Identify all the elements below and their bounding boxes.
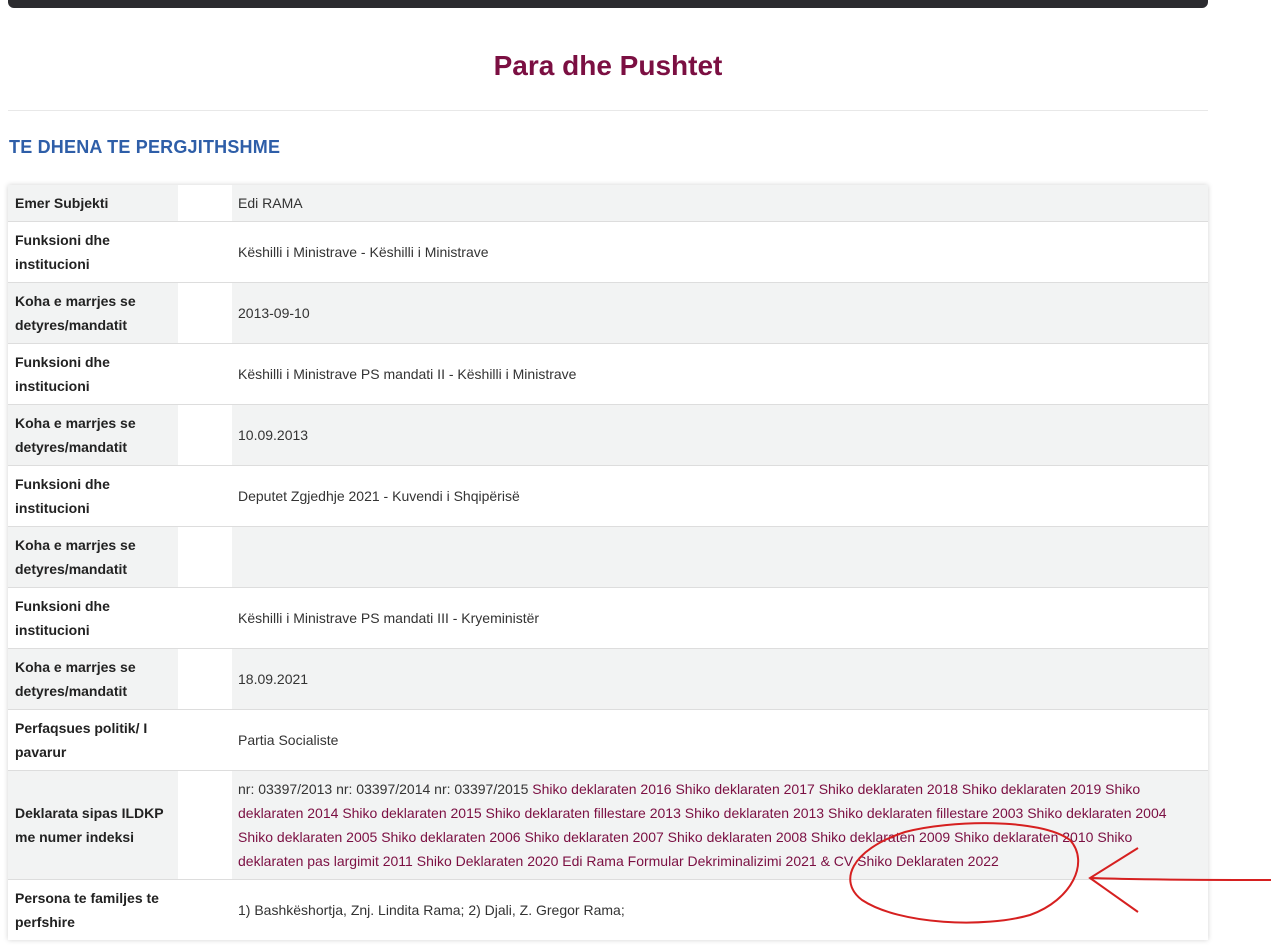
- declaration-link[interactable]: Shiko deklaraten 2013: [685, 805, 824, 821]
- declaration-link[interactable]: Shiko deklaraten 2009: [811, 829, 950, 845]
- table-row: Funksioni dhe institucioni Deputet Zgjed…: [8, 465, 1208, 527]
- declaration-link[interactable]: Shiko Deklaraten 2020: [417, 853, 559, 869]
- table-row: Koha e marrjes se detyres/mandatit: [8, 526, 1208, 588]
- row-label: Funksioni dhe institucioni: [15, 598, 110, 638]
- table-body: Emer Subjekti Edi RAMA Funksioni dhe ins…: [8, 185, 1208, 940]
- declaration-link[interactable]: Shiko deklaraten 2006: [381, 829, 520, 845]
- declaration-link[interactable]: Shiko deklaraten 2015: [342, 805, 481, 821]
- table-row: Koha e marrjes se detyres/mandatit 18.09…: [8, 648, 1208, 710]
- row-value: Këshilli i Ministrave - Këshilli i Minis…: [232, 221, 1208, 283]
- row-value: 18.09.2021: [232, 648, 1208, 710]
- declaration-link[interactable]: Shiko deklaraten 2018: [819, 781, 958, 797]
- title-divider: [8, 110, 1208, 111]
- general-data-table: Emer Subjekti Edi RAMA Funksioni dhe ins…: [8, 185, 1208, 940]
- table-row: Persona te familjes te perfshire 1) Bash…: [8, 879, 1208, 940]
- row-label: Koha e marrjes se detyres/mandatit: [15, 537, 136, 577]
- row-label: Deklarata sipas ILDKP me numer indeksi: [15, 805, 164, 845]
- declarations-cell: nr: 03397/2013 nr: 03397/2014 nr: 03397/…: [232, 770, 1208, 880]
- row-value: Këshilli i Ministrave PS mandati II - Kë…: [232, 343, 1208, 405]
- row-label: Emer Subjekti: [15, 195, 109, 211]
- declaration-link[interactable]: Shiko deklaraten 2004: [1027, 805, 1166, 821]
- row-value: [232, 526, 1208, 588]
- table-row: Perfaqsues politik/ I pavarur Partia Soc…: [8, 709, 1208, 771]
- row-value: Partia Socialiste: [232, 709, 1208, 771]
- row-label: Koha e marrjes se detyres/mandatit: [15, 293, 136, 333]
- declaration-link[interactable]: Edi Rama Formular Dekriminalizimi 2021 &…: [562, 853, 853, 869]
- declaration-link[interactable]: Shiko deklaraten fillestare 2003: [828, 805, 1023, 821]
- table-row: Funksioni dhe institucioni Këshilli i Mi…: [8, 587, 1208, 649]
- row-value: Këshilli i Ministrave PS mandati III - K…: [232, 587, 1208, 649]
- declaration-link[interactable]: Shiko Deklaraten 2022: [857, 853, 999, 869]
- row-label: Perfaqsues politik/ I pavarur: [15, 720, 148, 760]
- row-value: 2013-09-10: [232, 282, 1208, 344]
- declaration-link[interactable]: Shiko deklaraten 2017: [675, 781, 814, 797]
- table-row: Koha e marrjes se detyres/mandatit 10.09…: [8, 404, 1208, 466]
- page-title: Para dhe Pushtet: [493, 50, 723, 81]
- table-row: Koha e marrjes se detyres/mandatit 2013-…: [8, 282, 1208, 344]
- declaration-link[interactable]: Shiko deklaraten 2016: [532, 781, 671, 797]
- declaration-link[interactable]: Shiko deklaraten 2019: [962, 781, 1101, 797]
- declaration-link[interactable]: Shiko deklaraten fillestare 2013: [486, 805, 681, 821]
- row-label: Funksioni dhe institucioni: [15, 354, 110, 394]
- row-value: 1) Bashkëshortja, Znj. Lindita Rama; 2) …: [232, 879, 1208, 940]
- row-label: Funksioni dhe institucioni: [15, 232, 110, 272]
- row-value: 10.09.2013: [232, 404, 1208, 466]
- row-label: Persona te familjes te perfshire: [15, 890, 159, 930]
- row-label: Funksioni dhe institucioni: [15, 476, 110, 516]
- table-row: Deklarata sipas ILDKP me numer indeksi n…: [8, 770, 1208, 880]
- table-row: Funksioni dhe institucioni Këshilli i Mi…: [8, 221, 1208, 283]
- row-value: Edi RAMA: [232, 185, 1208, 222]
- row-label: Koha e marrjes se detyres/mandatit: [15, 659, 136, 699]
- table-row: Emer Subjekti Edi RAMA: [8, 185, 1208, 222]
- row-value: Deputet Zgjedhje 2021 - Kuvendi i Shqipë…: [232, 465, 1208, 527]
- declaration-link[interactable]: Shiko deklaraten 2005: [238, 829, 377, 845]
- declaration-index-numbers: nr: 03397/2013 nr: 03397/2014 nr: 03397/…: [238, 781, 529, 797]
- table-row: Funksioni dhe institucioni Këshilli i Mi…: [8, 343, 1208, 405]
- declaration-link[interactable]: Shiko deklaraten 2008: [668, 829, 807, 845]
- section-heading: TE DHENA TE PERGJITHSHME: [9, 137, 281, 157]
- declaration-link[interactable]: Shiko deklaraten 2010: [954, 829, 1093, 845]
- row-label: Koha e marrjes se detyres/mandatit: [15, 415, 136, 455]
- top-nav-bar: [8, 0, 1208, 8]
- declaration-link[interactable]: Shiko deklaraten 2007: [524, 829, 663, 845]
